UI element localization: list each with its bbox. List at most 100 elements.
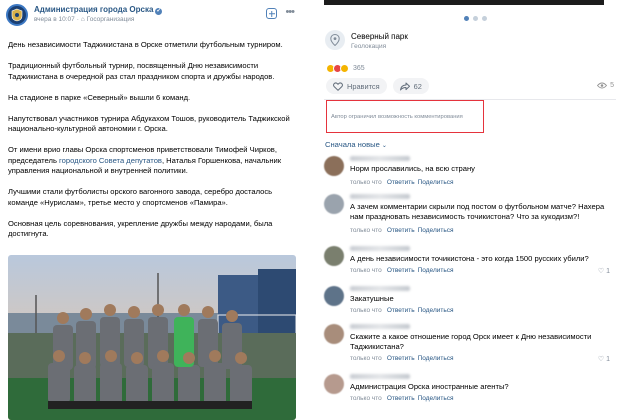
comment-avatar[interactable] (324, 246, 344, 266)
sort-dropdown[interactable]: Сначала новые ⌄ (325, 140, 387, 149)
post-photo[interactable] (8, 255, 296, 420)
council-link[interactable]: городского Совета депутатов (59, 156, 162, 165)
angry-emoji-icon (340, 64, 349, 73)
comment-avatar[interactable] (324, 374, 344, 394)
share-arrow-icon (399, 82, 410, 90)
comment-author-blurred[interactable] (350, 246, 410, 251)
comment-author-blurred[interactable] (350, 374, 410, 379)
panel-gap (301, 0, 320, 420)
share-comment-button[interactable]: Поделиться (418, 179, 454, 186)
more-icon[interactable]: ••• (285, 7, 295, 19)
post-actions: Нравится 62 (326, 78, 429, 94)
meta-separator: · (76, 16, 79, 23)
post-panel: Администрация города Орска ✓ вчера в 10:0… (0, 0, 301, 420)
building-icon: ⌂ (80, 16, 85, 23)
place-name[interactable]: Северный парк (351, 32, 408, 41)
reaction-count: 365 (353, 65, 365, 72)
location-pin-icon (325, 30, 345, 50)
comment-avatar[interactable] (324, 324, 344, 344)
chevron-down-icon: ⌄ (381, 143, 387, 149)
share-comment-button[interactable]: Поделиться (418, 227, 454, 234)
comment-text: Администрация Орска иностранные агенты? (350, 382, 509, 391)
comment-footer: только что Ответить Поделиться (350, 307, 454, 314)
post-paragraph: Напутствовал участников турнира Абдукахо… (8, 113, 290, 134)
place-card[interactable]: Северный парк Геолокация (325, 30, 615, 52)
reply-button[interactable]: Ответить (387, 179, 415, 186)
author-name[interactable]: Администрация города Орска (34, 5, 153, 14)
comment-footer: только что Ответить Поделиться (350, 179, 454, 186)
carousel-pager[interactable] (464, 16, 487, 21)
post-meta: вчера в 10:07 · ⌂ Госорганизация (34, 16, 134, 23)
reply-button[interactable]: Ответить (387, 307, 415, 314)
share-comment-button[interactable]: Поделиться (418, 267, 454, 274)
comment-time[interactable]: только что (350, 227, 382, 234)
comment-avatar[interactable] (324, 194, 344, 214)
pager-dot[interactable] (482, 16, 487, 21)
verified-icon: ✓ (155, 8, 163, 15)
share-button[interactable]: 62 (392, 78, 429, 94)
sort-label[interactable]: Сначала новые (325, 140, 380, 149)
post-text: День независимости Таджикистана в Орске … (8, 40, 296, 250)
like-button[interactable]: Нравится (326, 78, 387, 94)
post-paragraph: Основная цель соревнования, укрепление д… (8, 218, 273, 239)
comment-like[interactable]: ♡ 1 (597, 355, 610, 364)
comment-avatar[interactable] (324, 286, 344, 306)
media-strip (324, 0, 604, 5)
comment-time[interactable]: только что (350, 307, 382, 314)
community-avatar[interactable] (6, 4, 28, 26)
comment-time[interactable]: только что (350, 267, 382, 274)
comment-like-count: 1 (606, 355, 610, 363)
screen: Администрация города Орска ✓ вчера в 10:0… (0, 0, 620, 420)
reply-button[interactable]: Ответить (387, 267, 415, 274)
comment-time[interactable]: только что (350, 395, 382, 402)
reactions-summary[interactable]: 365 (326, 64, 365, 73)
comment-like[interactable]: ♡ 1 (597, 267, 610, 276)
heart-outline-icon: ♡ (597, 356, 605, 363)
comment-like-count: 1 (606, 267, 610, 275)
comment-item: А день независимости точикистона - это к… (324, 246, 616, 286)
reply-button[interactable]: Ответить (387, 355, 415, 362)
post-header: Администрация города Орска ✓ вчера в 10:0… (6, 4, 296, 26)
add-icon[interactable] (266, 8, 278, 19)
comment-author-blurred[interactable] (350, 194, 410, 199)
comment-author-blurred[interactable] (350, 286, 410, 291)
comments-panel: Северный парк Геолокация 365 Нравится 62… (320, 0, 620, 420)
post-paragraph: Лучшими стали футболисты орского вагонно… (8, 187, 273, 207)
post-paragraph: От имени врио главы Орска спортсменов пр… (8, 145, 296, 177)
comment-time[interactable]: только что (350, 179, 382, 186)
comment-text: Скажите а какое отношение город Орск име… (350, 332, 592, 351)
place-subtitle: Геолокация (351, 43, 387, 50)
restricted-text: Автор ограничил возможность комментирова… (331, 113, 463, 120)
comment-footer: только что Ответить Поделиться (350, 227, 454, 234)
pager-dot[interactable] (464, 16, 469, 21)
post-paragraph: Традиционный футбольный турнир, посвящен… (8, 61, 275, 81)
share-comment-button[interactable]: Поделиться (418, 307, 454, 314)
comment-footer: только что Ответить Поделиться (350, 395, 454, 402)
heart-outline-icon: ♡ (597, 268, 605, 275)
like-label: Нравится (347, 81, 380, 91)
views-counter: 5 (597, 82, 614, 89)
comment-text: Закатушные (350, 294, 394, 303)
org-label: Госорганизация (86, 16, 135, 23)
pager-dot[interactable] (473, 16, 478, 21)
comment-author-blurred[interactable] (350, 324, 410, 329)
comments-restricted-notice: Автор ограничил возможность комментирова… (326, 100, 484, 133)
views-count: 5 (610, 82, 614, 89)
share-comment-button[interactable]: Поделиться (418, 395, 454, 402)
post-paragraph: На стадионе в парке «Северный» вышли 6 к… (8, 92, 191, 102)
comment-avatar[interactable] (324, 156, 344, 176)
comment-item: А зачем комментарии скрыли под постом о … (324, 194, 616, 244)
comment-text: А день независимости точикистона - это к… (350, 254, 589, 263)
comment-time[interactable]: только что (350, 355, 382, 362)
comment-author-blurred[interactable] (350, 156, 410, 161)
post-author[interactable]: Администрация города Орска ✓ (34, 5, 163, 15)
share-comment-button[interactable]: Поделиться (418, 355, 454, 362)
post-time[interactable]: вчера в 10:07 (34, 16, 75, 23)
post-paragraph: День независимости Таджикистана в Орске … (8, 40, 283, 49)
crest-icon (11, 8, 23, 22)
reply-button[interactable]: Ответить (387, 227, 415, 234)
reply-button[interactable]: Ответить (387, 395, 415, 402)
share-count: 62 (413, 81, 422, 91)
comment-item: Администрация Орска иностранные агенты? … (324, 374, 616, 418)
comment-text: А зачем комментарии скрыли под постом о … (350, 202, 605, 221)
